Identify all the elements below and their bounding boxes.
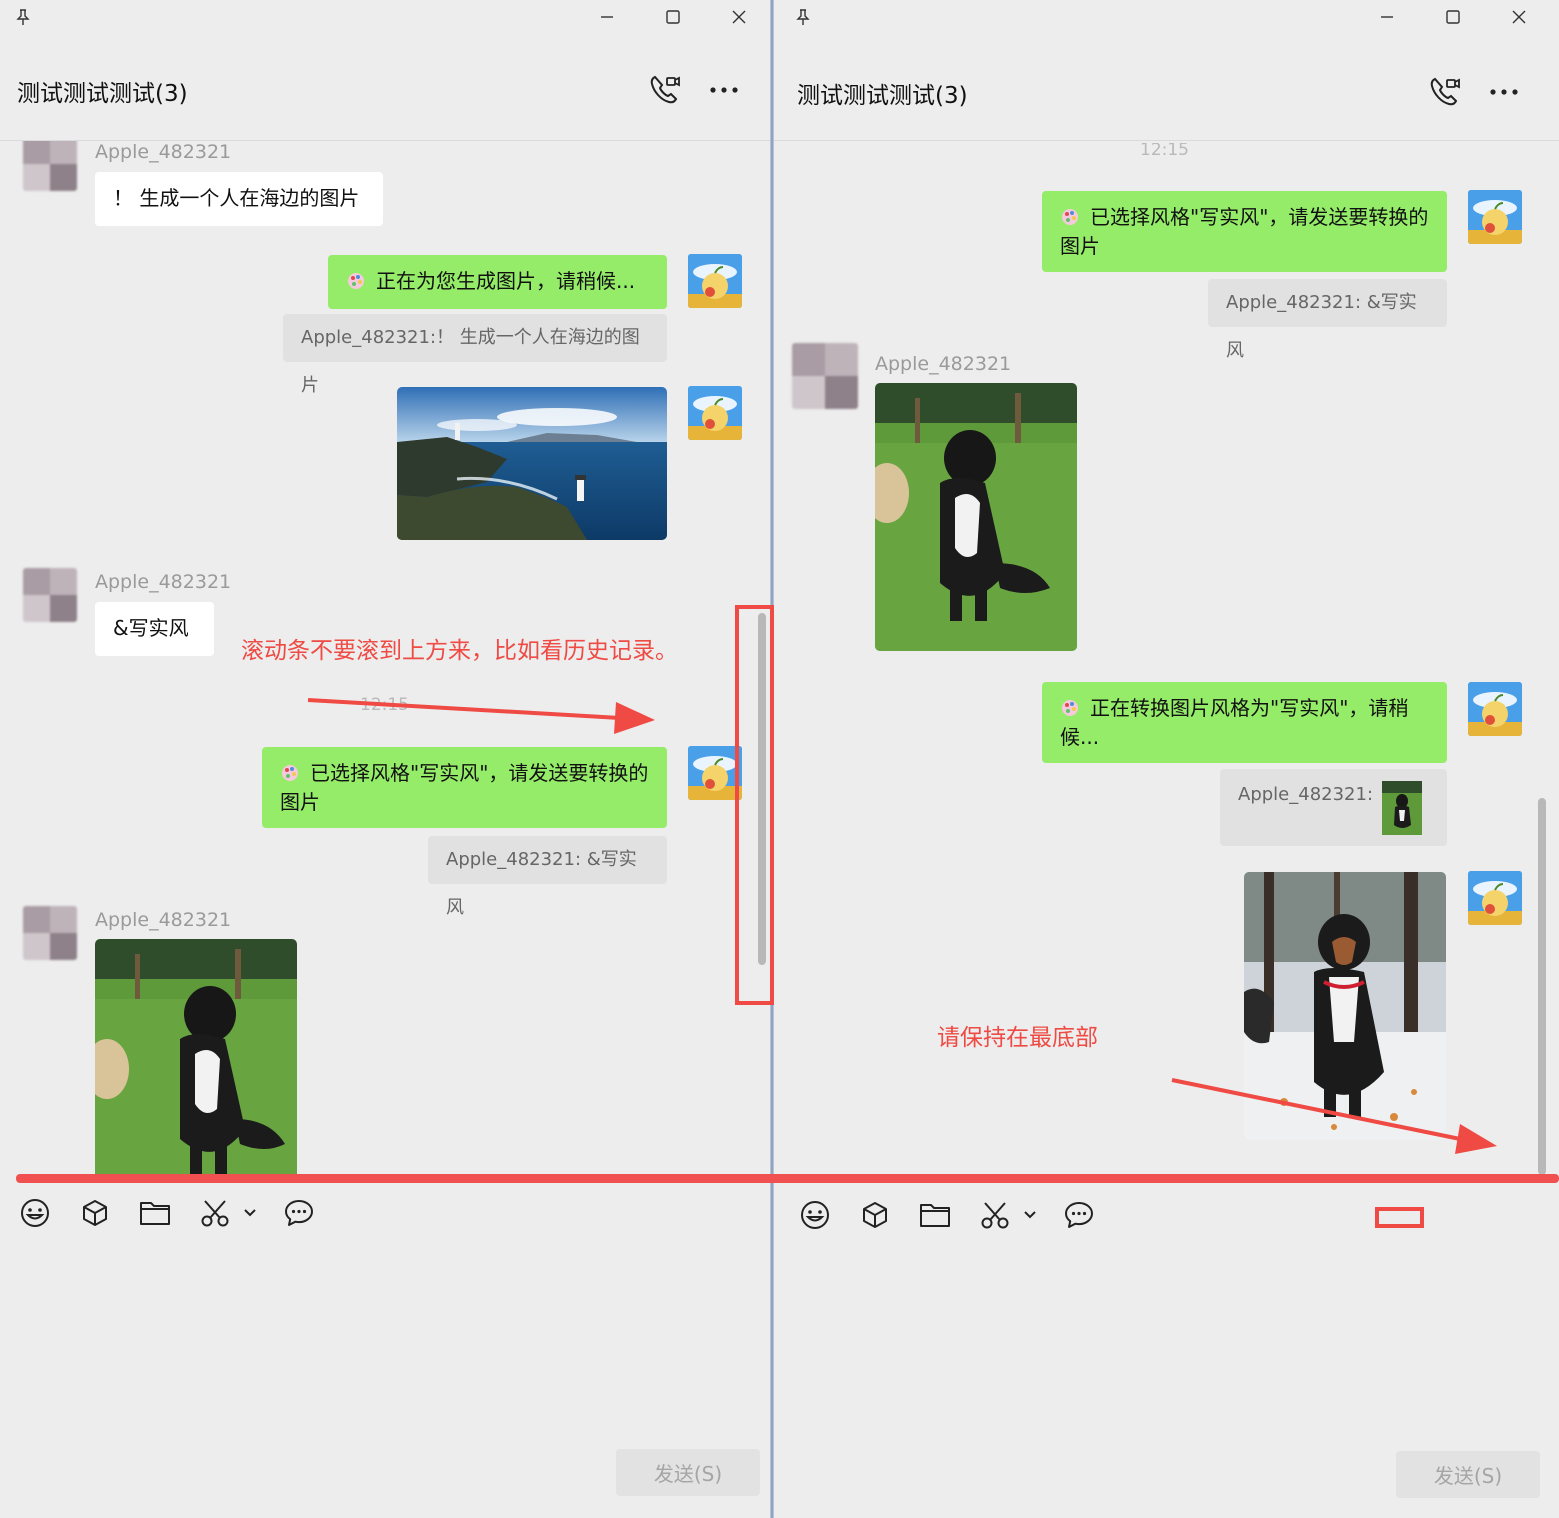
chat-bubble-icon[interactable] [1059, 1192, 1099, 1238]
image-message-dog[interactable] [95, 939, 297, 1175]
quoted-message[interactable]: Apple_482321: &写实风 [428, 836, 667, 918]
chevron-down-icon[interactable] [232, 1190, 268, 1236]
input-toolbar [774, 1192, 1559, 1238]
chat-title: 测试测试测试(3) [17, 81, 188, 107]
message-bubble[interactable]: ！ 生成一个人在海边的图片 [95, 172, 383, 226]
message-text: 正在为您生成图片，请稍候... [376, 269, 636, 293]
chevron-down-icon[interactable] [1012, 1192, 1048, 1238]
avatar[interactable] [23, 906, 77, 960]
title-bar [0, 0, 770, 34]
message-bubble[interactable]: &写实风 [95, 602, 214, 656]
avatar[interactable] [23, 141, 77, 191]
quote-thumbnail [1382, 781, 1422, 835]
cube-icon[interactable] [855, 1192, 895, 1238]
palette-icon [1060, 698, 1080, 718]
more-icon[interactable] [1486, 74, 1522, 110]
chat-header: 测试测试测试(3) [0, 34, 770, 141]
emoji-icon[interactable] [795, 1192, 835, 1238]
annotation-box-scrollbar [735, 605, 774, 1005]
annotation-text-right: 请保持在最底部 [937, 1025, 1098, 1051]
scissors-icon[interactable] [975, 1192, 1015, 1238]
sender-name: Apple_482321 [95, 909, 232, 931]
bot-avatar[interactable] [688, 746, 742, 800]
emoji-icon[interactable] [15, 1190, 55, 1236]
avatar[interactable] [792, 343, 858, 409]
image-message-dog-snow[interactable] [1244, 872, 1446, 1140]
chat-window-left: 测试测试测试(3) Apple_482321 ！ 生成一个人在海边的图片 正在为… [0, 0, 770, 1518]
scrollbar-thumb[interactable] [1538, 798, 1546, 1175]
message-bubble[interactable]: 正在为您生成图片，请稍候... [328, 255, 667, 309]
send-button[interactable]: 发送(S) [1396, 1451, 1540, 1498]
close-icon[interactable] [726, 4, 752, 30]
message-bubble[interactable]: 已选择风格"写实风"，请发送要转换的图片 [1042, 191, 1447, 272]
minimize-icon[interactable] [594, 4, 620, 30]
palette-icon [346, 271, 366, 291]
bot-avatar[interactable] [1468, 871, 1522, 925]
message-text: 正在转换图片风格为"写实风"，请稍候... [1060, 696, 1409, 749]
avatar[interactable] [23, 568, 77, 622]
timestamp: 12:15 [1140, 143, 1189, 160]
bot-avatar[interactable] [1468, 190, 1522, 244]
annotation-underline [16, 1174, 1559, 1183]
quoted-message[interactable]: Apple_482321: [1220, 769, 1447, 846]
more-icon[interactable] [706, 72, 742, 108]
message-bubble[interactable]: 已选择风格"写实风"，请发送要转换的图片 [262, 747, 667, 828]
annotation-box-small [1375, 1207, 1424, 1228]
timestamp: 12:15 [360, 695, 409, 715]
bot-avatar[interactable] [688, 386, 742, 440]
message-text: 已选择风格"写实风"，请发送要转换的图片 [280, 761, 649, 814]
message-text: 已选择风格"写实风"，请发送要转换的图片 [1060, 205, 1429, 258]
minimize-icon[interactable] [1374, 4, 1400, 30]
chat-bubble-icon[interactable] [279, 1190, 319, 1236]
chat-window-right: 测试测试测试(3) 12:15 已选择风格"写实风"，请发送要转换的图片 App… [774, 0, 1559, 1518]
quote-text: Apple_482321: [1238, 784, 1374, 805]
send-button[interactable]: 发送(S) [616, 1449, 760, 1496]
chat-title: 测试测试测试(3) [797, 83, 968, 109]
folder-icon[interactable] [135, 1190, 175, 1236]
input-toolbar [0, 1190, 770, 1236]
palette-icon [280, 763, 300, 783]
scissors-icon[interactable] [195, 1190, 235, 1236]
maximize-icon[interactable] [660, 4, 686, 30]
quoted-message[interactable]: Apple_482321:！ 生成一个人在海边的图片 [283, 314, 667, 396]
message-bubble[interactable]: 正在转换图片风格为"写实风"，请稍候... [1042, 682, 1447, 763]
folder-icon[interactable] [915, 1192, 955, 1238]
pin-icon[interactable] [10, 4, 36, 30]
image-message-seaside[interactable] [397, 387, 667, 540]
sender-name: Apple_482321 [95, 141, 232, 163]
voice-video-call-icon[interactable] [1426, 74, 1462, 110]
chat-header: 测试测试测试(3) [774, 34, 1559, 141]
sender-name: Apple_482321 [95, 571, 232, 593]
pin-icon[interactable] [790, 4, 816, 30]
message-list[interactable]: 12:15 已选择风格"写实风"，请发送要转换的图片 Apple_482321:… [774, 143, 1559, 1177]
sender-name: Apple_482321 [875, 353, 1012, 375]
close-icon[interactable] [1506, 4, 1532, 30]
bot-avatar[interactable] [688, 254, 742, 308]
image-message-dog[interactable] [875, 383, 1077, 651]
title-bar [774, 0, 1559, 34]
cube-icon[interactable] [75, 1190, 115, 1236]
maximize-icon[interactable] [1440, 4, 1466, 30]
palette-icon [1060, 207, 1080, 227]
voice-video-call-icon[interactable] [646, 72, 682, 108]
bot-avatar[interactable] [1468, 682, 1522, 736]
quoted-message[interactable]: Apple_482321: &写实风 [1208, 279, 1447, 361]
annotation-text-left: 滚动条不要滚到上方来，比如看历史记录。 [241, 638, 678, 664]
